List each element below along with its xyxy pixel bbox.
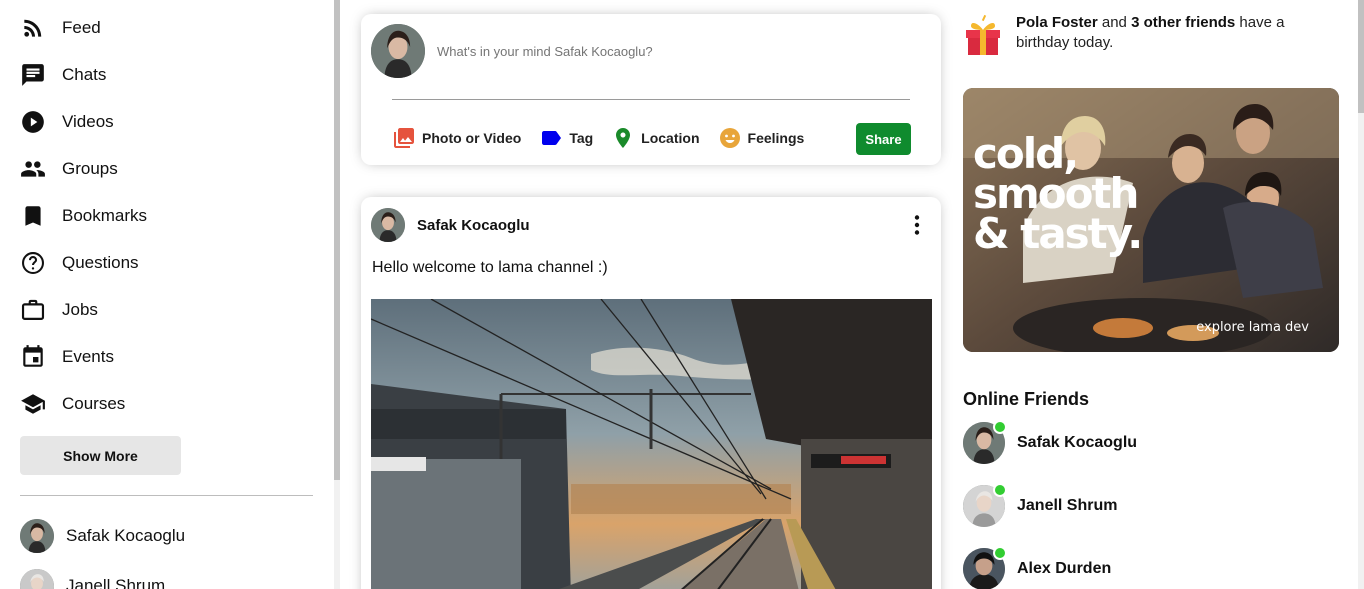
post-header: Safak Kocaoglu	[371, 208, 530, 242]
school-icon	[21, 393, 45, 414]
sidebar-item-label: Videos	[62, 111, 114, 131]
sidebar-item-videos[interactable]: Videos	[20, 98, 334, 145]
birthday-middle: and	[1097, 14, 1132, 31]
ad-subline: explore lama dev	[1196, 320, 1309, 335]
avatar[interactable]	[371, 208, 405, 242]
room-icon	[616, 128, 631, 148]
share-button[interactable]: Share	[856, 123, 911, 155]
sidebar-item-bookmarks[interactable]: Bookmarks	[20, 192, 334, 239]
sidebar-item-feed[interactable]: Feed	[20, 4, 334, 51]
emoji-icon	[719, 128, 740, 148]
ad-banner[interactable]: cold, smooth & tasty. explore lama dev	[963, 88, 1339, 352]
online-friend-name: Alex Durden	[1017, 560, 1112, 577]
post-image[interactable]	[371, 299, 932, 589]
ad-headline: cold, smooth & tasty.	[973, 129, 1143, 258]
online-friend-avatar	[963, 546, 1007, 589]
share-option-tag[interactable]: Tag	[539, 126, 593, 150]
share-option-label: Feelings	[747, 130, 805, 146]
birthday-name[interactable]: Pola Foster	[1016, 14, 1098, 31]
rss-feed-icon	[24, 19, 42, 37]
sidebar-friend-name: Safak Kocaoglu	[66, 526, 186, 545]
share-option-feelings[interactable]: Feelings	[718, 126, 805, 150]
share-option-label: Tag	[569, 130, 594, 146]
online-friend-name: Safak Kocaoglu	[1017, 434, 1138, 451]
post-text: Hello welcome to lama channel :)	[372, 259, 608, 276]
birthday-container: Pola Foster and 3 other friends have a b…	[963, 13, 1306, 57]
sidebar-item-label: Events	[62, 346, 114, 366]
share-options: Photo or Video Tag Location Feelings	[392, 126, 822, 150]
sidebar-item-chats[interactable]: Chats	[20, 51, 334, 98]
sidebar-item-label: Feed	[62, 17, 101, 37]
sidebar: Feed Chats Videos Groups Bookmarks Quest…	[0, 0, 334, 589]
sidebar-item-label: Questions	[62, 252, 139, 272]
sidebar-item-label: Jobs	[62, 299, 98, 319]
bookmark-icon	[25, 205, 41, 226]
sidebar-friend[interactable]: Safak Kocaoglu	[20, 519, 185, 553]
group-icon	[21, 160, 45, 177]
online-status-dot	[993, 546, 1007, 560]
ad-headline-line: smooth	[973, 169, 1139, 218]
share-option-location[interactable]: Location	[611, 126, 700, 150]
share-input[interactable]	[437, 43, 897, 59]
page-scrollbar[interactable]	[1358, 0, 1364, 589]
sidebar-item-label: Groups	[62, 158, 118, 178]
birthday-friends[interactable]: 3 other friends	[1131, 14, 1235, 31]
online-friend-avatar	[963, 420, 1007, 464]
avatar	[371, 24, 425, 78]
sidebar-item-groups[interactable]: Groups	[20, 145, 334, 192]
online-friend-name: Janell Shrum	[1017, 497, 1118, 514]
sidebar-item-events[interactable]: Events	[20, 333, 334, 380]
more-vert-icon[interactable]	[910, 214, 924, 236]
sidebar-item-label: Bookmarks	[62, 205, 148, 225]
show-more-button[interactable]: Show More	[20, 436, 181, 475]
sidebar-item-courses[interactable]: Courses	[20, 380, 334, 427]
online-friend[interactable]: Safak Kocaoglu	[963, 420, 1138, 464]
help-outline-icon	[22, 251, 44, 274]
online-status-dot	[993, 420, 1007, 434]
sidebar-item-questions[interactable]: Questions	[20, 239, 334, 286]
work-outline-icon	[21, 299, 45, 320]
label-icon	[542, 131, 562, 145]
feed: Photo or Video Tag Location Feelings Sha…	[340, 0, 952, 589]
share-top	[361, 14, 941, 78]
sidebar-divider	[20, 495, 313, 496]
sidebar-friend-name: Janell Shrum	[66, 576, 166, 589]
sidebar-friend[interactable]: Janell Shrum	[20, 569, 165, 589]
ad-headline-line: & tasty.	[973, 209, 1143, 258]
online-friend[interactable]: Janell Shrum	[963, 483, 1118, 527]
sidebar-item-label: Chats	[62, 64, 107, 84]
birthday-text: Pola Foster and 3 other friends have a b…	[1016, 13, 1306, 53]
avatar	[20, 569, 54, 589]
sidebar-item-label: Courses	[62, 393, 126, 413]
share-card: Photo or Video Tag Location Feelings Sha…	[361, 14, 941, 165]
rightbar: Pola Foster and 3 other friends have a b…	[952, 0, 1358, 589]
photo-library-icon	[394, 128, 414, 148]
ad-headline-line: cold,	[973, 129, 1079, 178]
post-author[interactable]: Safak Kocaoglu	[417, 217, 530, 234]
page-scrollbar-thumb[interactable]	[1358, 0, 1364, 113]
play-circle-icon	[22, 110, 44, 133]
post-card: Safak Kocaoglu Hello welcome to lama cha…	[361, 197, 941, 589]
sidebar-item-jobs[interactable]: Jobs	[20, 286, 334, 333]
sidebar-list: Feed Chats Videos Groups Bookmarks Quest…	[0, 0, 334, 427]
share-option-label: Photo or Video	[422, 130, 522, 146]
online-friend[interactable]: Alex Durden	[963, 546, 1112, 589]
avatar	[20, 519, 54, 553]
gift-icon	[966, 14, 1000, 55]
chat-icon	[22, 63, 44, 86]
share-divider	[392, 99, 910, 100]
online-friends-title: Online Friends	[963, 389, 1090, 409]
event-icon	[23, 344, 43, 367]
share-option-photo[interactable]: Photo or Video	[392, 126, 521, 150]
share-option-label: Location	[641, 130, 700, 146]
online-status-dot	[993, 483, 1007, 497]
online-friend-avatar	[963, 483, 1007, 527]
